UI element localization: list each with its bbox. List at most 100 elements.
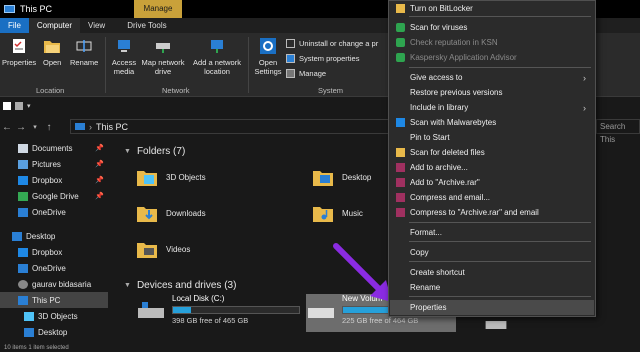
rename-label: Rename	[70, 58, 99, 67]
add-network-location-button[interactable]: Add a network location	[188, 37, 246, 76]
folder-videos[interactable]: Videos	[136, 238, 190, 260]
nav-item-desktop[interactable]: Desktop	[0, 324, 108, 340]
uninstall-command[interactable]: Uninstall or change a pr	[286, 37, 378, 49]
hard-drive-icon	[485, 321, 507, 329]
tab-drive-tools[interactable]: Drive Tools	[119, 18, 174, 33]
nav-item-onedrive[interactable]: OneDrive	[0, 260, 108, 276]
search-input[interactable]: Search This	[596, 119, 640, 144]
menu-label: Pin to Start	[410, 133, 450, 142]
open-ribbon-button[interactable]: Open	[43, 37, 61, 67]
nav-item-onedrive[interactable]: OneDrive	[0, 204, 108, 220]
menu-label: Kaspersky Application Advisor	[410, 53, 517, 62]
nav-item-documents[interactable]: Documents 📌	[0, 140, 108, 156]
properties-label: Properties	[2, 58, 37, 67]
nav-item-google-drive[interactable]: Google Drive 📌	[0, 188, 108, 204]
menu-label: Check reputation in KSN	[410, 38, 498, 47]
devices-section-header[interactable]: ▼ Devices and drives (3)	[124, 280, 236, 291]
nav-item-this-pc[interactable]: This PC	[0, 292, 108, 308]
properties-quick-icon[interactable]	[3, 102, 11, 110]
chevron-right-icon: ›	[583, 72, 586, 83]
folder-label: 3D Objects	[166, 172, 206, 182]
system-properties-command[interactable]: System properties	[286, 52, 378, 64]
menu-item-include-library[interactable]: Include in library ›	[390, 100, 594, 115]
add-network-location-label: Add a network location	[193, 58, 241, 76]
menu-item-add-archive[interactable]: Add to archive...	[390, 160, 594, 175]
back-arrow-icon[interactable]: ←	[0, 122, 14, 133]
menu-item-scan-deleted[interactable]: Scan for deleted files	[390, 145, 594, 160]
menu-item-create-shortcut[interactable]: Create shortcut	[390, 265, 594, 280]
winrar-icon	[396, 163, 405, 172]
menu-label: Copy	[410, 248, 429, 257]
menu-item-compress-email[interactable]: Compress and email...	[390, 190, 594, 205]
menu-item-check-reputation[interactable]: Check reputation in KSN	[390, 35, 594, 50]
address-path: This PC	[96, 121, 129, 132]
nav-item-pictures[interactable]: Pictures 📌	[0, 156, 108, 172]
chevron-down-icon[interactable]: ▾	[27, 102, 31, 110]
manage-command[interactable]: Manage	[286, 67, 378, 79]
menu-item-rename[interactable]: Rename	[390, 280, 594, 295]
menu-item-copy[interactable]: Copy	[390, 245, 594, 260]
nav-item-dropbox[interactable]: Dropbox 📌	[0, 172, 108, 188]
menu-item-pin-start[interactable]: Pin to Start	[390, 130, 594, 145]
open-folder-icon	[44, 41, 61, 53]
menu-label: Add to "Archive.rar"	[410, 178, 480, 187]
system-commands: Uninstall or change a pr System properti…	[286, 37, 378, 79]
menu-item-kaspersky-advisor[interactable]: Kaspersky Application Advisor	[390, 50, 594, 65]
manage-label: Manage	[299, 68, 327, 78]
tab-view[interactable]: View	[80, 18, 113, 33]
folder-icon	[313, 207, 333, 222]
menu-item-restore-versions[interactable]: Restore previous versions	[390, 85, 594, 100]
folder-desktop[interactable]: Desktop	[312, 166, 371, 188]
menu-label: Compress and email...	[410, 193, 491, 202]
open-label: Open	[43, 58, 62, 67]
dropbox-icon	[18, 247, 28, 257]
manage-context-tab[interactable]: Manage	[134, 0, 182, 18]
open-settings-button[interactable]: Open Settings	[252, 37, 284, 76]
menu-separator	[409, 222, 591, 223]
folder-label: Downloads	[166, 208, 206, 218]
folder-downloads[interactable]: Downloads	[136, 202, 206, 224]
desktop-icon	[12, 231, 22, 241]
winrar-icon	[396, 193, 405, 202]
rename-ribbon-button[interactable]: Rename	[70, 37, 98, 67]
menu-item-format[interactable]: Format...	[390, 225, 594, 240]
up-arrow-icon[interactable]: ↑	[42, 122, 56, 133]
tab-file[interactable]: File	[0, 18, 29, 33]
drive-c[interactable]: Local Disk (C:) 398 GB free of 465 GB	[136, 294, 304, 332]
menu-item-add-archive-rar[interactable]: Add to "Archive.rar"	[390, 175, 594, 190]
pin-icon: 📌	[95, 145, 104, 152]
drive-free-space: 225 GB free of 464 GB	[342, 316, 419, 325]
tab-computer[interactable]: Computer	[28, 18, 81, 33]
access-media-button[interactable]: Access media	[110, 37, 138, 76]
forward-arrow-icon[interactable]: →	[14, 122, 28, 133]
menu-item-bitlocker[interactable]: Turn on BitLocker	[390, 1, 594, 16]
nav-item-dropbox[interactable]: Dropbox	[0, 244, 108, 260]
status-bar: 10 items 1 item selected	[0, 344, 640, 352]
pin-icon: 📌	[95, 177, 104, 184]
folder-icon	[137, 243, 157, 258]
menu-item-compress-rar-email[interactable]: Compress to "Archive.rar" and email	[390, 205, 594, 220]
folder-3d-objects[interactable]: 3D Objects	[136, 166, 206, 188]
menu-item-give-access[interactable]: Give access to ›	[390, 70, 594, 85]
desktop-icon	[24, 327, 34, 337]
nav-label: OneDrive	[32, 263, 66, 273]
nav-item-3d-objects[interactable]: 3D Objects	[0, 308, 108, 324]
chevron-down-icon[interactable]: ▾	[28, 123, 42, 131]
context-menu: Turn on BitLocker Scan for viruses Check…	[388, 0, 596, 317]
menu-label: Properties	[410, 303, 447, 312]
map-network-drive-button[interactable]: Map network drive	[140, 37, 186, 76]
nav-item-desktop[interactable]: Desktop	[0, 228, 108, 244]
new-folder-quick-icon[interactable]	[15, 102, 23, 110]
drive-free-space: 398 GB free of 465 GB	[172, 316, 249, 325]
nav-item-user[interactable]: gaurav bidasaria	[0, 276, 108, 292]
menu-item-scan-viruses[interactable]: Scan for viruses	[390, 20, 594, 35]
nav-label: Dropbox	[32, 247, 63, 257]
folders-section-header[interactable]: ▼ Folders (7)	[124, 146, 185, 157]
properties-ribbon-button[interactable]: Properties	[2, 37, 36, 67]
drive-name: Local Disk (C:)	[172, 294, 225, 303]
folder-music[interactable]: Music	[312, 202, 363, 224]
menu-item-properties[interactable]: Properties	[390, 300, 594, 315]
user-icon	[18, 279, 28, 289]
window-title: This PC	[20, 4, 53, 14]
menu-item-malwarebytes[interactable]: Scan with Malwarebytes	[390, 115, 594, 130]
